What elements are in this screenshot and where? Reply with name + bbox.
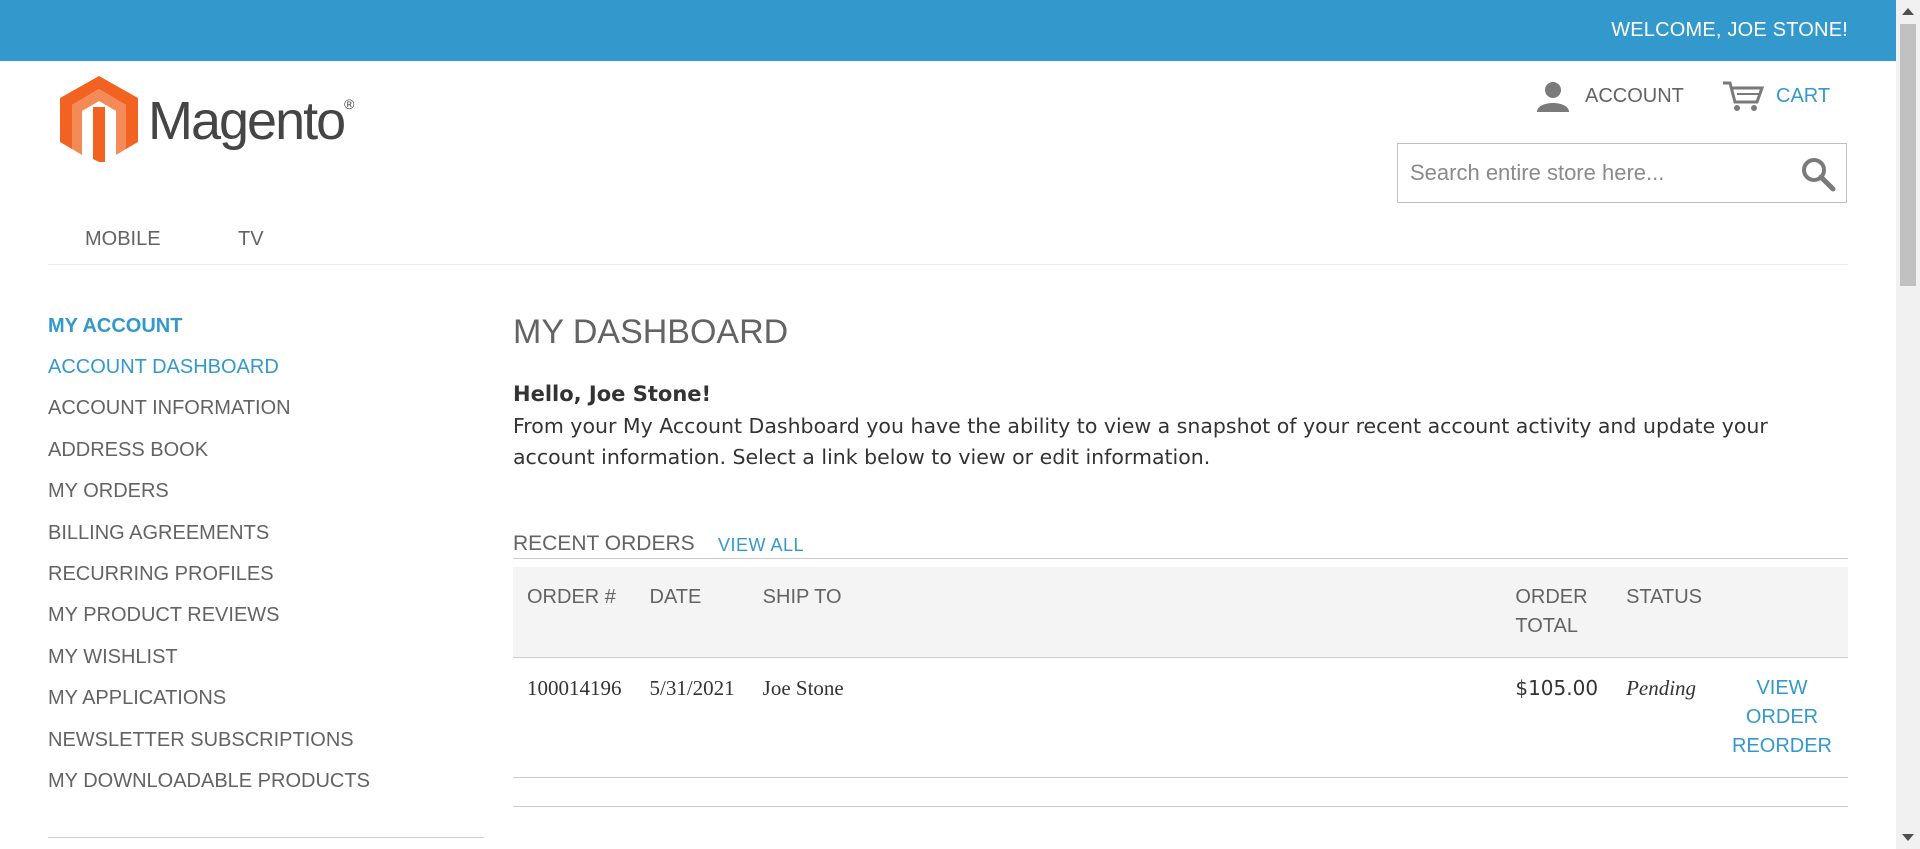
order-actions: VIEW ORDER REORDER xyxy=(1716,657,1848,778)
store-logo[interactable]: Magento® xyxy=(60,74,360,164)
table-row: 100014196 5/31/2021 Joe Stone $105.00 Pe… xyxy=(513,657,1848,778)
col-order-total: ORDER TOTAL xyxy=(1501,567,1613,658)
greeting: Hello, Joe Stone! xyxy=(513,382,712,406)
dashboard-main: MY DASHBOARD Hello, Joe Stone! From your… xyxy=(513,310,1848,807)
col-status: STATUS xyxy=(1612,567,1716,658)
order-status: Pending xyxy=(1612,657,1716,778)
account-sidebar: MY ACCOUNT ACCOUNT DASHBOARD ACCOUNT INF… xyxy=(48,314,484,810)
sidebar-item-my-orders[interactable]: MY ORDERS xyxy=(48,479,484,520)
sidebar-item-billing-agreements[interactable]: BILLING AGREEMENTS xyxy=(48,521,484,562)
recent-orders-title: RECENT ORDERS xyxy=(513,532,695,555)
welcome-message: WELCOME, JOE STONE! xyxy=(1611,19,1848,41)
nav-item-tv[interactable]: TV xyxy=(238,228,264,251)
magento-logo-icon xyxy=(60,76,138,162)
account-label: ACCOUNT xyxy=(1585,84,1684,107)
col-date: DATE xyxy=(635,567,749,658)
scroll-down-arrow-icon[interactable] xyxy=(1902,834,1914,841)
top-bar: WELCOME, JOE STONE! xyxy=(0,0,1896,61)
cart-link[interactable]: CART xyxy=(1722,78,1830,114)
scroll-thumb[interactable] xyxy=(1900,24,1916,286)
order-date: 5/31/2021 xyxy=(635,657,749,778)
view-all-link[interactable]: VIEW ALL xyxy=(718,535,804,556)
reorder-link[interactable]: REORDER xyxy=(1730,732,1834,761)
view-order-link[interactable]: VIEW ORDER xyxy=(1730,674,1834,732)
recent-orders-table: ORDER # DATE SHIP TO ORDER TOTAL STATUS … xyxy=(513,567,1848,778)
sidebar-title: MY ACCOUNT xyxy=(48,315,183,337)
sidebar-item-my-product-reviews[interactable]: MY PRODUCT REVIEWS xyxy=(48,603,484,644)
col-actions xyxy=(1716,567,1848,658)
cart-label: CART xyxy=(1776,84,1831,107)
sidebar-item-newsletter-subscriptions[interactable]: NEWSLETTER SUBSCRIPTIONS xyxy=(48,728,484,769)
nav-item-mobile[interactable]: MOBILE xyxy=(85,228,161,251)
sidebar-item-recurring-profiles[interactable]: RECURRING PROFILES xyxy=(48,562,484,603)
sidebar-item-account-dashboard[interactable]: ACCOUNT DASHBOARD xyxy=(48,355,484,396)
search-input[interactable] xyxy=(1398,144,1802,202)
user-icon xyxy=(1537,82,1569,112)
sidebar-item-my-applications[interactable]: MY APPLICATIONS xyxy=(48,686,484,727)
sidebar-item-my-downloadable-products[interactable]: MY DOWNLOADABLE PRODUCTS xyxy=(48,769,484,810)
sidebar-item-account-information[interactable]: ACCOUNT INFORMATION xyxy=(48,396,484,437)
main-nav: MOBILE TV xyxy=(48,228,1848,265)
order-ship-to: Joe Stone xyxy=(748,657,1502,778)
sidebar-divider xyxy=(48,837,484,838)
scroll-up-arrow-icon[interactable] xyxy=(1902,8,1914,15)
page-title: MY DASHBOARD xyxy=(513,313,789,351)
logo-wordmark: Magento® xyxy=(148,91,355,151)
search-icon[interactable] xyxy=(1800,156,1836,192)
order-total: $105.00 xyxy=(1501,657,1613,778)
page-scrollbar[interactable] xyxy=(1896,0,1920,849)
dashboard-intro: From your My Account Dashboard you have … xyxy=(513,414,1768,469)
recent-orders-header: RECENT ORDERS VIEW ALL xyxy=(513,522,1848,559)
sidebar-item-address-book[interactable]: ADDRESS BOOK xyxy=(48,438,484,479)
table-header-row: ORDER # DATE SHIP TO ORDER TOTAL STATUS xyxy=(513,567,1848,658)
order-number: 100014196 xyxy=(513,657,636,778)
col-order-number: ORDER # xyxy=(513,567,636,658)
col-ship-to: SHIP TO xyxy=(748,567,1502,658)
account-link[interactable]: ACCOUNT xyxy=(1535,78,1684,114)
section-divider xyxy=(513,806,1848,807)
sidebar-item-my-wishlist[interactable]: MY WISHLIST xyxy=(48,645,484,686)
cart-icon xyxy=(1723,81,1764,111)
search-box xyxy=(1397,143,1847,203)
